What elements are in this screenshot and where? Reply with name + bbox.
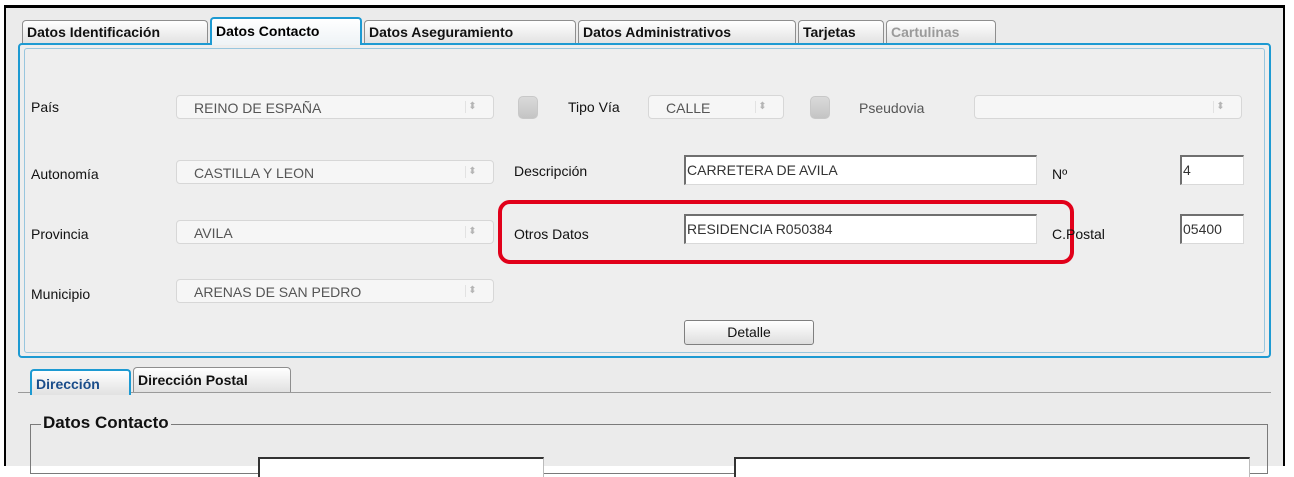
contact-field-1[interactable]: [258, 457, 544, 477]
numero-field[interactable]: 4: [1180, 155, 1244, 185]
municipio-select[interactable]: ARENAS DE SAN PEDRO ⬍: [176, 279, 494, 303]
autonomia-value: CASTILLA Y LEON: [194, 165, 315, 181]
numero-label: Nº: [1052, 166, 1068, 182]
detalle-button[interactable]: Detalle: [684, 320, 814, 345]
cpostal-field[interactable]: 05400: [1180, 214, 1244, 244]
pseudovia-label: Pseudovia: [859, 100, 925, 116]
descripcion-label: Descripción: [514, 163, 588, 179]
tipo-via-value: CALLE: [666, 100, 711, 116]
tab-datos-identificacion[interactable]: Datos Identificación: [22, 20, 208, 44]
pseudovia-select[interactable]: ⬍: [974, 95, 1242, 119]
subtab-direccion-postal[interactable]: Dirección Postal: [133, 367, 291, 392]
updown-arrows-icon: ⬍: [465, 166, 479, 178]
cpostal-label: C.Postal: [1052, 226, 1105, 242]
provincia-value: AVILA: [194, 225, 233, 241]
tab-datos-aseguramiento[interactable]: Datos Aseguramiento: [364, 20, 576, 44]
updown-arrows-icon: ⬍: [465, 226, 479, 238]
provincia-select[interactable]: AVILA ⬍: [176, 220, 494, 244]
pais-lookup-button[interactable]: [518, 96, 538, 119]
updown-arrows-icon: ⬍: [755, 101, 769, 113]
tab-datos-administrativos[interactable]: Datos Administrativos: [578, 20, 796, 44]
descripcion-field[interactable]: CARRETERA DE AVILA: [684, 155, 1037, 185]
provincia-label: Provincia: [31, 226, 89, 242]
contact-field-2[interactable]: [734, 457, 1250, 477]
tipo-via-label: Tipo Vía: [568, 99, 620, 115]
updown-arrows-icon: ⬍: [465, 101, 479, 113]
pais-select[interactable]: REINO DE ESPAÑA ⬍: [176, 95, 494, 119]
pais-value: REINO DE ESPAÑA: [194, 100, 322, 116]
municipio-label: Municipio: [31, 286, 91, 302]
highlight-annotation: [498, 200, 1074, 264]
updown-arrows-icon: ⬍: [465, 285, 479, 297]
updown-arrows-icon: ⬍: [1213, 101, 1227, 113]
tipo-via-lookup-button[interactable]: [810, 96, 830, 119]
municipio-value: ARENAS DE SAN PEDRO: [194, 284, 362, 300]
pais-label: País: [31, 99, 60, 115]
tab-tarjetas[interactable]: Tarjetas: [798, 20, 884, 44]
tab-cartulinas: Cartulinas: [886, 20, 996, 44]
autonomia-label: Autonomía: [31, 166, 99, 182]
tipo-via-select[interactable]: CALLE ⬍: [648, 95, 784, 119]
autonomia-select[interactable]: CASTILLA Y LEON ⬍: [176, 160, 494, 184]
subtab-direccion[interactable]: Dirección: [30, 369, 131, 395]
tab-datos-contacto[interactable]: Datos Contacto: [210, 17, 362, 45]
section-title: Datos Contacto: [41, 413, 171, 433]
